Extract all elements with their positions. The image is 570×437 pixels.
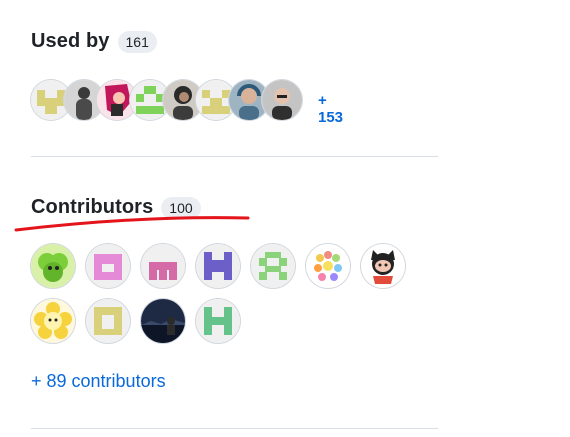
contributor-avatar-7[interactable] — [361, 244, 405, 288]
used-by-count-badge: 161 — [117, 30, 157, 53]
contributor-avatar-11[interactable] — [196, 299, 240, 343]
section-divider-bottom — [31, 428, 438, 429]
contributor-avatar-5[interactable] — [251, 244, 295, 288]
contributor-avatar-10[interactable] — [141, 299, 185, 343]
used-by-more-link[interactable]: + 153 — [318, 92, 343, 126]
contributor-avatar-8[interactable] — [31, 299, 75, 343]
contributor-avatar-9[interactable] — [86, 299, 130, 343]
used-by-title[interactable]: Used by — [31, 30, 110, 53]
contributor-avatar-3[interactable] — [141, 244, 185, 288]
red-annotation-underline — [14, 216, 250, 232]
section-divider — [31, 156, 438, 157]
contributors-more-link[interactable]: + 89 contributors — [31, 371, 166, 392]
contributor-avatar-4[interactable] — [196, 244, 240, 288]
contributor-avatar-2[interactable] — [86, 244, 130, 288]
used-by-avatar-8[interactable] — [262, 80, 302, 120]
contributor-avatar-6[interactable] — [306, 244, 350, 288]
used-by-heading: Used by 161 — [31, 30, 157, 53]
contributor-avatar-1[interactable] — [31, 244, 75, 288]
